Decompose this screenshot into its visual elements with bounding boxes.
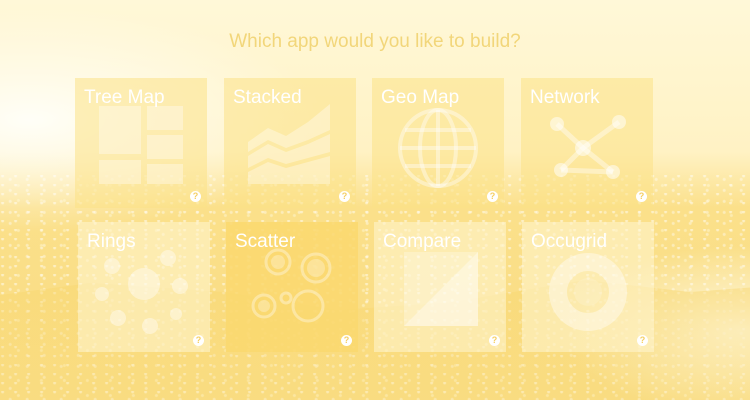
app-tile-label: Occugrid	[531, 231, 608, 252]
app-tile-label: Rings	[87, 231, 136, 252]
app-tile-stacked[interactable]: Stacked ?	[224, 78, 356, 208]
help-icon[interactable]: ?	[489, 335, 500, 346]
help-icon[interactable]: ?	[339, 191, 350, 202]
help-icon[interactable]: ?	[487, 191, 498, 202]
app-tile-label: Tree Map	[84, 87, 165, 108]
app-tile-compare[interactable]: Compare ?	[374, 222, 506, 352]
app-tile-network[interactable]: Network ?	[521, 78, 653, 208]
app-tile-rings[interactable]: Rings ?	[78, 222, 210, 352]
app-tile-occugrid[interactable]: Occugrid ?	[522, 222, 654, 352]
help-icon[interactable]: ?	[341, 335, 352, 346]
app-tile-label: Geo Map	[381, 87, 460, 108]
help-icon[interactable]: ?	[637, 335, 648, 346]
app-tile-label: Network	[530, 87, 600, 108]
app-tile-label: Compare	[383, 231, 462, 252]
help-icon[interactable]: ?	[193, 335, 204, 346]
app-tile-tree-map[interactable]: Tree Map ?	[75, 78, 207, 208]
app-grid: Tree Map ? Stacked ? Geo Map ? Network ?…	[0, 0, 750, 400]
app-tile-geo-map[interactable]: Geo Map ?	[372, 78, 504, 208]
app-tile-label: Stacked	[233, 87, 302, 108]
help-icon[interactable]: ?	[190, 191, 201, 202]
app-tile-scatter[interactable]: Scatter ?	[226, 222, 358, 352]
app-tile-label: Scatter	[235, 231, 296, 252]
help-icon[interactable]: ?	[636, 191, 647, 202]
